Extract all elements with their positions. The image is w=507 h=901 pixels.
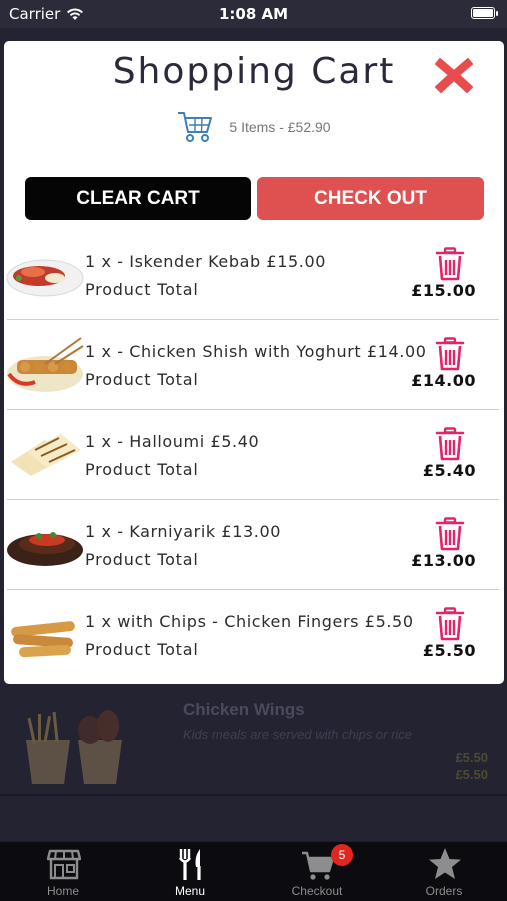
cart-item-name: 1 x - Karniyarik £13.00 <box>85 522 282 541</box>
trash-icon[interactable] <box>435 247 465 281</box>
cart-item: 1 x - Karniyarik £13.00 Product Total £1… <box>4 500 504 590</box>
menu-item[interactable]: Chicken Wings Kids meals are served with… <box>0 688 507 798</box>
cart-item-total: £13.00 <box>411 551 476 570</box>
cart-item-total: £5.40 <box>422 461 476 480</box>
status-bar: Carrier 1:08 AM <box>0 0 507 28</box>
cart-summary-text: 5 Items - £52.90 <box>229 119 331 135</box>
menu-item-price: £5.50 <box>455 750 488 765</box>
cart-item-subtotal-label: Product Total <box>85 370 199 389</box>
cart-icon <box>302 851 335 880</box>
trash-icon[interactable] <box>435 427 465 461</box>
clear-cart-button[interactable]: CLEAR CART <box>25 177 251 220</box>
cart-item-total: £5.50 <box>422 641 476 660</box>
store-icon <box>47 849 81 880</box>
cart-item-subtotal-label: Product Total <box>85 280 199 299</box>
cart-item: 1 x - Chicken Shish with Yoghurt £14.00 … <box>4 320 504 410</box>
clock: 1:08 AM <box>218 5 289 23</box>
tab-menu[interactable]: Menu <box>127 842 253 901</box>
tab-label: Checkout <box>291 884 343 898</box>
chicken-wings-image <box>26 710 122 784</box>
close-icon[interactable] <box>432 53 476 97</box>
cart-item-name: 1 x - Iskender Kebab £15.00 <box>85 252 327 271</box>
cart-item: 1 x - Halloumi £5.40 Product Total £5.40 <box>4 410 504 500</box>
checkout-button[interactable]: CHECK OUT <box>257 177 484 220</box>
battery-icon <box>471 7 498 19</box>
cart-item: 1 x with Chips - Chicken Fingers £5.50 P… <box>4 590 504 680</box>
modal-title: Shopping Cart <box>112 51 396 92</box>
cart-count-badge: 5 <box>331 844 353 866</box>
kebab-plate-image <box>6 259 84 297</box>
star-icon <box>429 848 461 879</box>
cart-icon <box>178 112 213 142</box>
fork-knife-icon <box>179 849 201 880</box>
trash-icon[interactable] <box>435 337 465 371</box>
cart-item-name: 1 x with Chips - Chicken Fingers £5.50 <box>85 612 414 631</box>
tab-checkout[interactable]: Checkout <box>254 842 380 901</box>
tab-label: Menu <box>174 884 206 898</box>
aubergine-dish-image <box>7 532 83 566</box>
divider <box>0 794 507 796</box>
cart-item-subtotal-label: Product Total <box>85 550 199 569</box>
cart-item-name: 1 x - Halloumi £5.40 <box>85 432 260 451</box>
tab-label: Orders <box>425 884 463 898</box>
shopping-cart-modal: Shopping Cart 5 Items - £52.90 CLEAR CAR… <box>4 41 504 684</box>
tab-bar: Home Menu Checkout Orders <box>0 841 507 901</box>
tab-home[interactable]: Home <box>0 842 126 901</box>
chicken-fingers-image <box>11 621 75 658</box>
halloumi-wrap-image <box>11 434 81 476</box>
menu-item-price: £5.50 <box>455 767 488 782</box>
menu-item-description: Kids meals are served with chips or rice <box>183 727 413 742</box>
cart-item-subtotal-label: Product Total <box>85 460 199 479</box>
cart-item-subtotal-label: Product Total <box>85 640 199 659</box>
cart-item: 1 x - Iskender Kebab £15.00 Product Tota… <box>4 230 504 320</box>
cart-item-total: £14.00 <box>411 371 476 390</box>
cart-summary: 5 Items - £52.90 <box>4 110 504 144</box>
menu-item-title: Chicken Wings <box>183 700 305 719</box>
cart-item-name: 1 x - Chicken Shish with Yoghurt £14.00 <box>85 342 427 361</box>
trash-icon[interactable] <box>435 607 465 641</box>
tab-label: Home <box>46 884 79 898</box>
trash-icon[interactable] <box>435 517 465 551</box>
shish-plate-image <box>7 337 84 392</box>
tab-orders[interactable]: Orders <box>381 842 507 901</box>
cart-item-total: £15.00 <box>411 281 476 300</box>
